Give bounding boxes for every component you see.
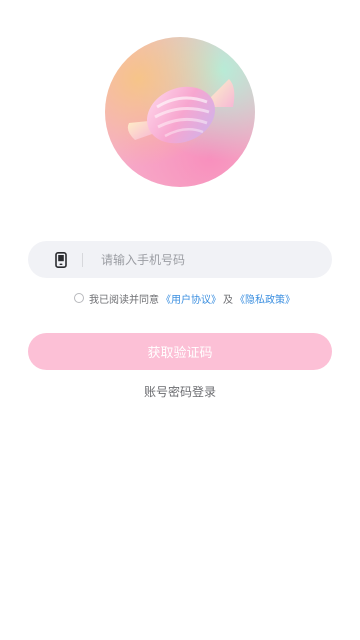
input-divider (82, 252, 83, 267)
privacy-policy-link[interactable]: 《隐私政策》 (235, 291, 295, 306)
get-code-button[interactable]: 获取验证码 (28, 333, 332, 370)
password-login-link[interactable]: 账号密码登录 (0, 383, 360, 400)
app-logo (105, 37, 255, 187)
login-screen: 我已阅读并同意 《用户协议》 及 《隐私政策》 获取验证码 账号密码登录 (0, 0, 360, 640)
phone-field[interactable] (28, 241, 332, 278)
phone-input[interactable] (101, 252, 301, 267)
agreement-radio[interactable] (74, 293, 84, 303)
phone-icon (54, 251, 68, 268)
agreement-conjunction: 及 (223, 294, 233, 306)
agreement-prefix: 我已阅读并同意 (89, 294, 159, 306)
candy-icon (127, 79, 235, 144)
agreement-row: 我已阅读并同意 《用户协议》 及 《隐私政策》 (74, 290, 295, 306)
user-agreement-link[interactable]: 《用户协议》 (161, 291, 221, 306)
